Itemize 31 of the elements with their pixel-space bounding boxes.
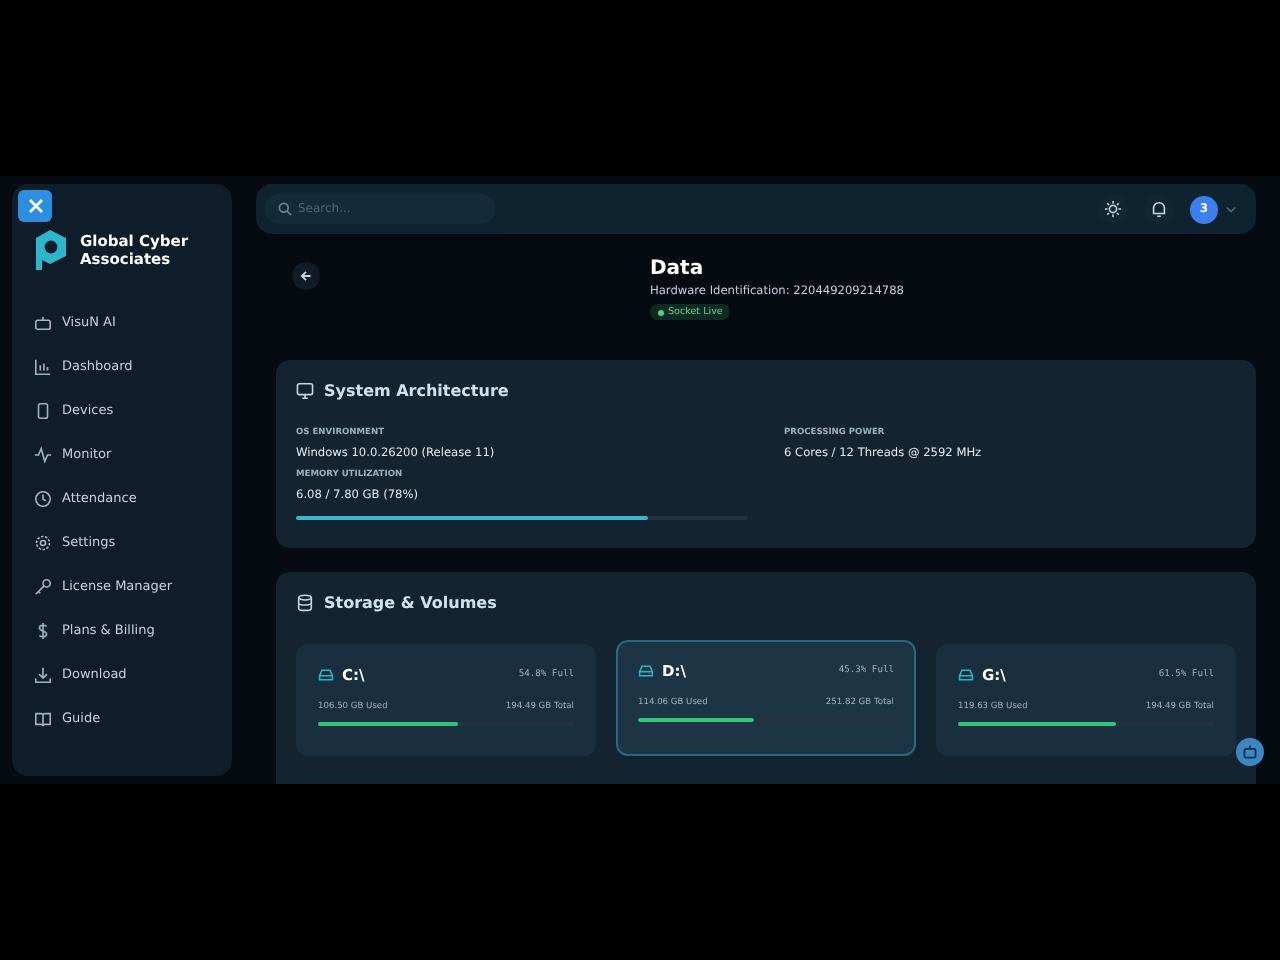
card-title: System Architecture (324, 382, 509, 400)
caret-icon (1226, 205, 1236, 213)
robot-icon (1242, 744, 1258, 760)
page-title: Data (650, 258, 704, 280)
back-arrow-icon (300, 270, 312, 282)
key-icon (34, 577, 52, 595)
drive-icon (638, 664, 654, 678)
drive-icon (958, 668, 974, 682)
card-title: Storage & Volumes (324, 594, 497, 612)
drive-icon (318, 668, 334, 682)
clock-icon (34, 489, 52, 507)
robot-icon (34, 313, 52, 331)
dollar-icon (34, 621, 52, 639)
book-icon (34, 709, 52, 727)
phone-icon (34, 401, 52, 419)
bell-icon (1150, 200, 1168, 218)
database-icon (296, 594, 314, 612)
pulse-icon (34, 445, 52, 463)
close-icon (27, 198, 43, 214)
back-button[interactable] (292, 262, 320, 290)
chart-icon (34, 357, 52, 375)
search-icon (278, 202, 292, 216)
theme-button[interactable] (1098, 194, 1128, 224)
sun-icon (1104, 200, 1122, 218)
logo-icon (32, 228, 68, 272)
gear-icon (34, 533, 52, 551)
notification-button[interactable] (1144, 194, 1174, 224)
monitor-icon (296, 382, 314, 400)
close-button[interactable] (18, 190, 52, 222)
floating-button[interactable] (1236, 738, 1264, 766)
download-icon (34, 665, 52, 683)
